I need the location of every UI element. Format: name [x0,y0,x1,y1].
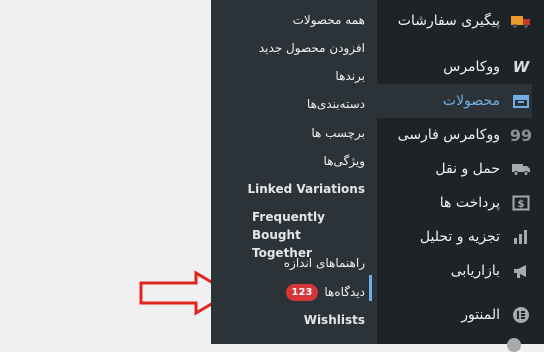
dollar-icon: $ [510,192,532,214]
next-menu-item-partial [507,338,521,352]
elementor-icon [510,304,532,326]
menu-item-payments[interactable]: $ پرداخت ها [377,186,532,220]
truck-icon [510,158,532,180]
submenu-item-reviews[interactable]: دیدگاه‌ها123 [211,283,365,301]
svg-text:$: $ [518,199,525,210]
bar-chart-icon [510,226,532,248]
menu-item-order-tracking[interactable]: پیگیری سفارشات [377,4,532,38]
megaphone-icon [510,260,532,282]
menu-item-woocommerce-persian[interactable]: 99 ووکامرس فارسی [377,118,532,152]
menu-item-elementor[interactable]: المنتور [377,298,532,332]
archive-box-icon [510,90,532,112]
submenu-item-brands[interactable]: برندها [211,67,365,85]
submenu-item-linked-variations[interactable]: Linked Variations [211,180,365,198]
submenu-item-tags[interactable]: برچسب ها [211,124,365,142]
submenu-item-size-guides[interactable]: راهنماهای اندازه [211,254,365,272]
menu-item-products[interactable]: محصولات [377,84,532,118]
quote-icon: 99 [509,125,533,145]
menu-item-analytics[interactable]: تجزیه و تحلیل [377,220,532,254]
submenu-item-attributes[interactable]: ویژگی‌ها [211,152,365,170]
menu-item-marketing[interactable]: بازاریابی [377,254,532,288]
submenu-item-categories[interactable]: دسته‌بندی‌ها [211,95,365,113]
woocommerce-icon: W [512,58,530,76]
menu-item-shipping[interactable]: حمل و نقل [377,152,532,186]
admin-sidebar: پیگیری سفارشات W ووکامرس محصولات 99 ووکا… [377,0,544,352]
submenu-item-all-products[interactable]: همه محصولات [211,11,365,29]
active-indicator [369,275,372,301]
reviews-count-badge: 123 [285,284,319,301]
submenu-item-wishlists[interactable]: Wishlists [211,311,365,329]
submenu-item-add-new-product[interactable]: افزودن محصول جدید [211,39,365,57]
truck-icon [510,10,532,32]
products-submenu: همه محصولات افزودن محصول جدید برندها دست… [211,0,377,344]
menu-item-woocommerce[interactable]: W ووکامرس [377,50,532,84]
